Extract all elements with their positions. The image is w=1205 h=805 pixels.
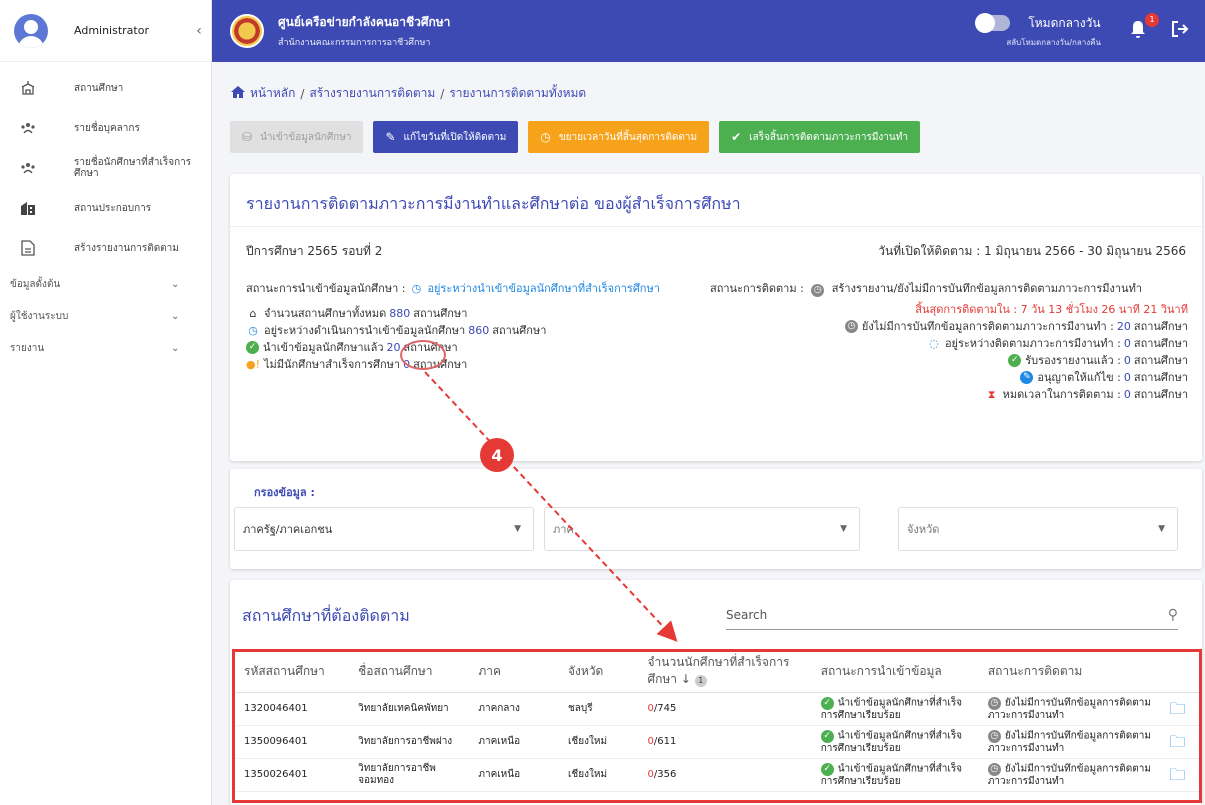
annotation-highlight-box bbox=[232, 649, 1202, 803]
annotation-step-badge: 4 bbox=[480, 438, 514, 472]
